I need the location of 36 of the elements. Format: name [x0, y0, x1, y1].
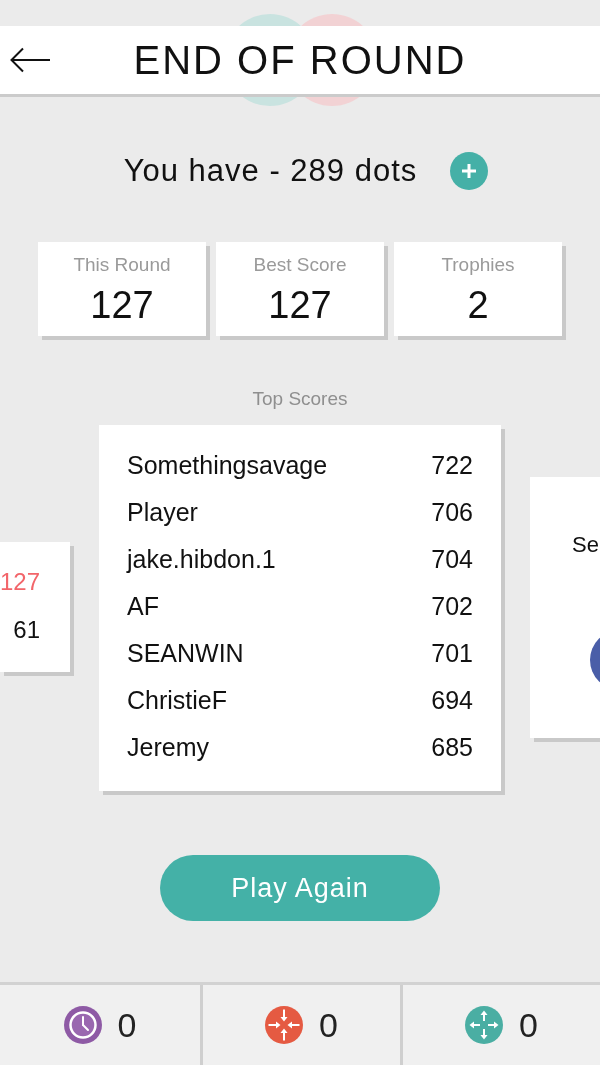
player-name: AF: [127, 592, 159, 621]
player-name: jake.hibdon.1: [127, 545, 276, 574]
score-value: 61: [13, 615, 40, 645]
player-score: 722: [431, 451, 473, 480]
stat-label: Trophies: [441, 254, 515, 276]
stat-value: 127: [268, 283, 332, 327]
arrows-outward-icon: [465, 1006, 504, 1044]
player-name: SEANWIN: [127, 639, 244, 668]
player-score: 701: [431, 639, 473, 668]
player-name: Jeremy: [127, 733, 209, 762]
player-name: Player: [127, 498, 198, 527]
add-dots-button[interactable]: [450, 152, 489, 190]
score-value: 127: [0, 567, 40, 597]
arrow-left-icon: [10, 47, 50, 73]
clock-icon: [63, 1006, 102, 1044]
stat-value: 127: [90, 283, 154, 327]
player-score: 706: [431, 498, 473, 527]
stat-value: 2: [467, 283, 489, 327]
player-name: ChristieF: [127, 686, 227, 715]
powerup-button[interactable]: 0: [400, 985, 600, 1065]
stat-label: This Round: [73, 254, 171, 276]
screen-title: END OF ROUND: [133, 37, 467, 83]
stat-label: Best Score: [253, 254, 347, 276]
player-score: 704: [431, 545, 473, 574]
section-title: Top Scores: [252, 388, 348, 410]
card-text: Se: [572, 532, 599, 558]
dots-balance-text: You have - 289 dots: [123, 153, 418, 189]
player-name: Somethingsavage: [127, 451, 328, 480]
back-button[interactable]: [10, 47, 50, 73]
player-score: 694: [431, 686, 473, 715]
player-score: 702: [431, 592, 473, 621]
plus-icon: [462, 164, 477, 178]
player-score: 685: [431, 733, 473, 762]
powerup-button[interactable]: 0: [200, 985, 400, 1065]
arrows-inward-icon: [265, 1006, 304, 1044]
powerup-button[interactable]: 0: [0, 985, 200, 1065]
